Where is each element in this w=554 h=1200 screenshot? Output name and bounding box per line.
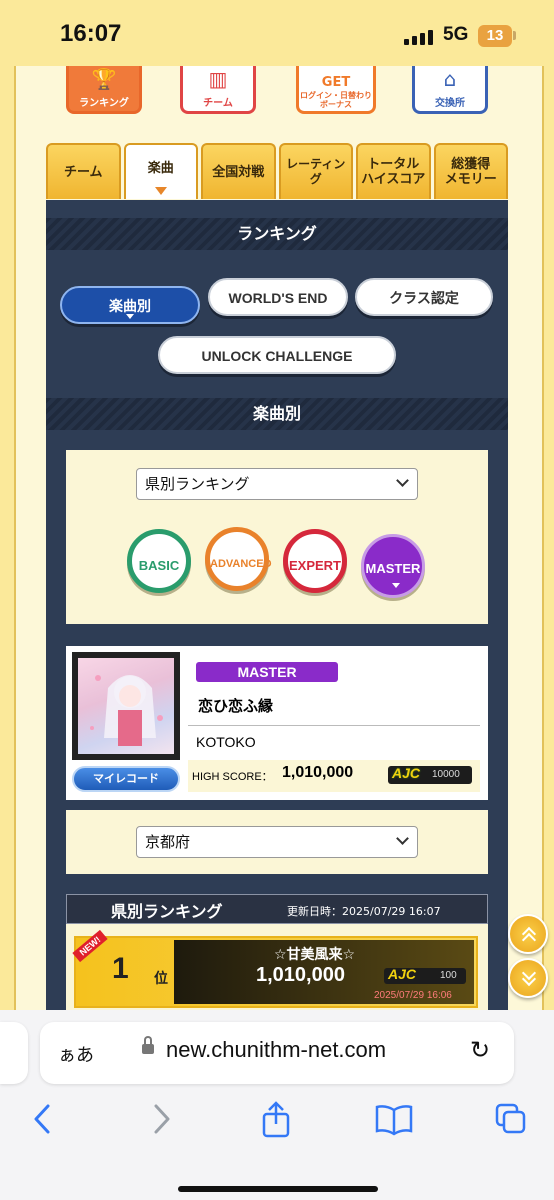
nav-ranking[interactable]: 🏆 ランキング	[66, 66, 142, 114]
tab-national-battle[interactable]: 全国対戦	[201, 143, 276, 199]
status-bar: 16:07 5G 13	[0, 0, 554, 66]
song-artist: KOTOKO	[196, 734, 256, 750]
shop-icon: ⌂	[443, 67, 457, 91]
high-score-box: HIGH SCORE： 1,010,000 AJC 10000	[188, 760, 480, 792]
active-tab-arrow-icon	[154, 187, 167, 195]
tab-total-highscore[interactable]: トータル ハイスコア	[356, 143, 431, 199]
tab-label: 全国対戦	[212, 164, 265, 180]
character-illustration	[90, 675, 163, 746]
prefecture-select[interactable]: 京都府	[136, 826, 418, 858]
nav-shop[interactable]: ⌂ 交換所	[412, 66, 488, 114]
signal-icon	[404, 30, 433, 45]
share-button[interactable]	[260, 1100, 292, 1146]
chevron-left-icon	[34, 1104, 50, 1134]
chevron-down-icon	[396, 474, 409, 487]
ranking-type-select[interactable]: 県別ランキング	[136, 468, 418, 500]
by-song-label: 楽曲別	[109, 298, 151, 314]
selected-arrow-icon	[126, 314, 134, 319]
unlock-challenge-button[interactable]: UNLOCK CHALLENGE	[158, 336, 396, 374]
ranking-tabs: チーム 楽曲 全国対戦 レーティング トータル ハイスコア 総獲得 メモリー	[46, 143, 508, 199]
text-size-button[interactable]: ぁあ	[58, 1041, 94, 1067]
chevron-down-icon	[396, 832, 409, 845]
ranking-title: 県別ランキング	[111, 902, 223, 921]
player-score: 1,010,000	[256, 964, 345, 986]
ranking-row: NEW! 1 位 ☆甘美風来☆ 1,010,000 AJC 100 2025/0…	[72, 929, 478, 1008]
nav-login-bonus[interactable]: GET ログイン・日替わり ボーナス	[296, 66, 376, 114]
by-song-button[interactable]: 楽曲別	[60, 286, 200, 324]
player-plate: ☆甘美風来☆ 1,010,000 AJC 100 2025/07/29 16:0…	[174, 940, 474, 1004]
address-bar[interactable]: ぁあ new.chunithm-net.com ↻	[40, 1022, 514, 1084]
lamp-value: 10000	[432, 769, 460, 780]
rank-suffix: 位	[154, 971, 168, 987]
tab-label: チーム	[63, 164, 103, 180]
master-label: MASTER	[365, 561, 421, 576]
tab-song[interactable]: 楽曲	[123, 143, 198, 199]
url-text: new.chunithm-net.com	[166, 1037, 387, 1062]
bookmarks-button[interactable]	[374, 1104, 414, 1144]
network-label: 5G	[443, 24, 469, 45]
basic-button[interactable]: BASIC	[127, 529, 191, 593]
tab-label: 総獲得 メモリー	[444, 157, 497, 187]
lamp-value: 100	[440, 970, 457, 981]
high-score-label: HIGH SCORE：	[192, 771, 273, 783]
song-title: 恋ひ恋ふ縁	[188, 688, 480, 726]
book-icon	[375, 1105, 413, 1136]
prefecture-value: 京都府	[145, 833, 191, 851]
selected-arrow-icon	[392, 583, 400, 588]
clock: 16:07	[60, 20, 122, 47]
nav-ranking-label: ランキング	[79, 98, 129, 109]
by-song-section-header: 楽曲別	[46, 398, 508, 430]
ranking-section-header: ランキング	[46, 218, 508, 250]
web-page: 🏆 ランキング ▥ チーム GET ログイン・日替わり ボーナス ⌂ 交換所 チ…	[0, 66, 554, 1010]
advanced-button[interactable]: ADVANCED	[205, 527, 272, 591]
trophy-icon: 🏆	[91, 67, 117, 91]
previous-tab-preview[interactable]	[0, 1022, 28, 1084]
scroll-down-button[interactable]	[508, 958, 548, 998]
ajc-lamp: AJC	[388, 966, 417, 982]
worlds-end-button[interactable]: WORLD'S END	[208, 278, 348, 316]
share-icon	[262, 1101, 290, 1138]
nav-team-label: チーム	[203, 98, 233, 109]
nav-shop-label: 交換所	[435, 98, 465, 109]
class-cert-button[interactable]: クラス認定	[355, 278, 493, 316]
ajc-lamp: AJC	[392, 765, 421, 781]
expert-button[interactable]: EXPERT	[283, 529, 347, 593]
battery-icon: 13	[478, 25, 512, 47]
team-icon: ▥	[208, 67, 228, 91]
chevron-right-icon	[154, 1104, 170, 1134]
nav-team[interactable]: ▥ チーム	[180, 66, 256, 114]
song-jacket-image	[78, 658, 174, 754]
player-name: ☆甘美風来☆	[274, 947, 356, 963]
master-button[interactable]: MASTER	[361, 534, 425, 598]
prefecture-ranking-header: 県別ランキング 更新日時：2025/07/29 16:07	[66, 894, 488, 924]
forward-button[interactable]	[150, 1102, 174, 1144]
tab-label: レーティング	[286, 157, 346, 186]
lock-icon	[142, 1044, 154, 1054]
battery-tip	[513, 31, 516, 40]
lock-shackle	[144, 1036, 152, 1045]
tab-rating[interactable]: レーティング	[278, 143, 353, 199]
back-button[interactable]	[30, 1102, 54, 1144]
rank-number: 1	[112, 952, 129, 985]
home-indicator	[178, 1186, 378, 1192]
nav-login-bonus-label: ログイン・日替わり ボーナス	[300, 91, 372, 109]
play-date: 2025/07/29 16:06	[374, 990, 452, 1001]
scroll-up-button[interactable]	[508, 914, 548, 954]
updated-time: 更新日時：2025/07/29 16:07	[287, 905, 441, 918]
tab-label: 楽曲	[147, 160, 174, 176]
reload-icon[interactable]: ↻	[470, 1036, 490, 1064]
tab-label: トータル ハイスコア	[361, 157, 426, 187]
tab-team[interactable]: チーム	[46, 143, 121, 199]
ranking-type-value: 県別ランキング	[145, 475, 250, 493]
tab-total-memory[interactable]: 総獲得 メモリー	[433, 143, 508, 199]
difficulty-badge: MASTER	[196, 662, 338, 682]
tabs-icon	[495, 1103, 526, 1134]
tabs-button[interactable]	[494, 1102, 528, 1144]
my-record-button[interactable]: マイレコード	[72, 766, 180, 792]
high-score-value: 1,010,000	[282, 764, 354, 781]
